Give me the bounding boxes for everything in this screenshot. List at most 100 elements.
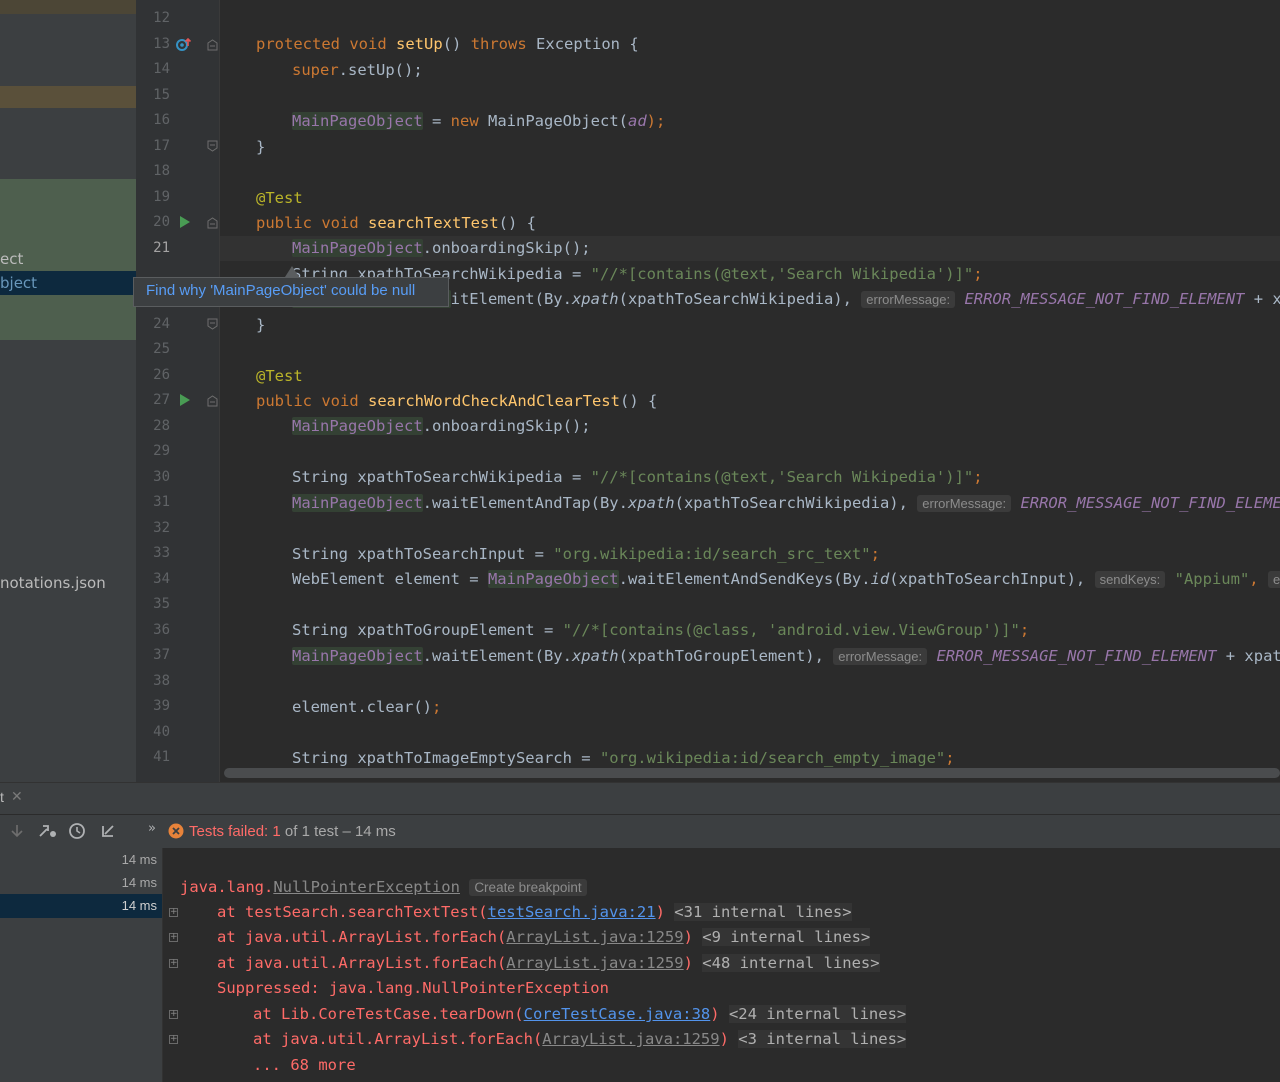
expand-icon[interactable]: + [169, 1035, 178, 1044]
code-text: (xpathToGroupElement), [618, 647, 824, 665]
source-link[interactable]: testSearch.java:21 [488, 903, 656, 921]
expand-icon[interactable]: + [169, 959, 178, 968]
line-number: 38 [153, 673, 170, 689]
history-clock-icon[interactable] [68, 822, 88, 840]
code-line[interactable]: protected void setUp() throws Exception … [256, 34, 639, 54]
keyword: public [256, 392, 312, 410]
internal-lines-fold[interactable]: <31 internal lines> [674, 903, 852, 921]
expand-icon[interactable]: + [169, 933, 178, 942]
fold-marker-icon[interactable] [207, 395, 218, 407]
frame-text: at java.util.ArrayList.forEach( [217, 954, 507, 972]
annotation: @Test [256, 367, 303, 385]
internal-lines-fold[interactable]: <3 internal lines> [738, 1030, 907, 1048]
string-literal: "Appium" [1174, 570, 1250, 588]
code-line[interactable]: String xpathToSearchInput = "org.wikiped… [292, 544, 880, 564]
field-reference: MainPageObject [292, 494, 423, 512]
code-text: MainPageObject( [488, 112, 628, 130]
override-method-icon[interactable] [175, 37, 193, 53]
internal-lines-fold[interactable]: <48 internal lines> [702, 954, 880, 972]
horizontal-scrollbar[interactable] [224, 768, 1280, 778]
code-line[interactable]: @Test [256, 188, 303, 208]
line-number: 29 [153, 443, 170, 459]
code-line-current[interactable]: MainPageObject.onboardingSkip(); [292, 238, 591, 258]
code-line[interactable]: WebElement element = MainPageObject.wait… [292, 569, 1280, 590]
project-tree-item[interactable]: ect [0, 250, 23, 268]
status-failed-count: 1 [272, 823, 281, 840]
import-tests-icon[interactable] [100, 823, 118, 839]
code-text: () { [498, 214, 536, 232]
code-line[interactable]: MainPageObject.waitElement(By.xpath(xpat… [292, 646, 1280, 667]
run-test-icon[interactable] [179, 215, 191, 229]
code-text: ; [870, 545, 880, 563]
console-line: java.lang.NullPointerException Create br… [180, 877, 587, 898]
fold-marker-icon[interactable] [207, 140, 218, 152]
line-number: 25 [153, 341, 170, 357]
down-arrow-icon[interactable] [9, 823, 25, 839]
exception-class-link[interactable]: NullPointerException [273, 878, 460, 896]
expand-icon[interactable]: + [169, 908, 178, 917]
frame-text: ) [655, 903, 665, 921]
line-number: 15 [153, 87, 170, 103]
code-line[interactable]: } [256, 137, 265, 157]
line-number: 16 [153, 112, 170, 128]
code-text: ; [431, 698, 442, 716]
frame-text: ) [710, 1005, 720, 1023]
field-reference: MainPageObject [292, 112, 423, 130]
tooltip-arrow [285, 266, 299, 277]
rerun-failed-icon[interactable] [38, 823, 58, 839]
project-tree-item-selected[interactable]: bject [0, 274, 37, 292]
keyword: void [349, 35, 387, 53]
project-tree-item[interactable]: notations.json [0, 574, 106, 592]
parameter-hint: errorMessage: [917, 495, 1012, 512]
code-text: String xpathToSearchWikipedia = [292, 468, 591, 486]
line-number: 26 [153, 367, 170, 383]
frame-text: at Lib.CoreTestCase.tearDown( [253, 1005, 524, 1023]
code-line[interactable]: String xpathToGroupElement = "//*[contai… [292, 620, 1029, 640]
code-line[interactable]: MainPageObject.onboardingSkip(); [292, 416, 591, 436]
stack-frame: at java.util.ArrayList.forEach(ArrayList… [217, 953, 880, 973]
test-duration[interactable]: 14 ms [122, 852, 157, 867]
keyword: void [321, 214, 359, 232]
line-number: 24 [153, 316, 170, 332]
code-line[interactable]: String xpathToSearchWikipedia = "//*[con… [292, 467, 983, 487]
internal-lines-fold[interactable]: <9 internal lines> [702, 928, 871, 946]
keyword: public [256, 214, 312, 232]
test-status-text: Tests failed: 1 of 1 test – 14 ms [189, 823, 396, 840]
source-link[interactable]: CoreTestCase.java:38 [524, 1005, 711, 1023]
fold-marker-icon[interactable] [207, 217, 218, 229]
line-number: 28 [153, 418, 170, 434]
more-actions-icon[interactable]: » [148, 821, 156, 836]
keyword: super [292, 61, 339, 79]
expand-icon[interactable]: + [169, 1010, 178, 1019]
close-tab-icon[interactable]: ✕ [11, 789, 23, 805]
fold-marker-icon[interactable] [207, 39, 218, 51]
run-tab-label[interactable]: t [0, 789, 4, 805]
code-line[interactable]: public void searchWordCheckAndClearTest(… [256, 391, 657, 411]
create-breakpoint-link[interactable]: Create breakpoint [469, 879, 587, 896]
code-line[interactable]: element.clear(); [292, 697, 441, 717]
tooltip-link[interactable]: Find why 'MainPageObject' could be null [146, 282, 415, 299]
code-line[interactable]: MainPageObject.waitElementAndTap(By.xpat… [292, 493, 1280, 514]
parameter-hint: errorMessage: [861, 291, 956, 308]
code-line[interactable]: @Test [256, 366, 303, 386]
source-link[interactable]: ArrayList.java:1259 [506, 928, 683, 946]
line-number: 19 [153, 189, 170, 205]
string-literal: "org.wikipedia:id/search_src_text" [553, 545, 871, 563]
code-text: ; [945, 749, 955, 767]
internal-lines-fold[interactable]: <24 internal lines> [728, 1005, 907, 1023]
stack-frame: at Lib.CoreTestCase.tearDown(CoreTestCas… [253, 1004, 907, 1024]
code-line[interactable]: public void searchTextTest() { [256, 213, 536, 233]
test-duration[interactable]: 14 ms [122, 898, 157, 913]
line-number: 18 [153, 163, 170, 179]
code-text: .onboardingSkip(); [422, 417, 591, 435]
test-duration[interactable]: 14 ms [122, 875, 157, 890]
fold-marker-icon[interactable] [207, 318, 218, 330]
run-test-icon[interactable] [179, 393, 191, 407]
source-link[interactable]: ArrayList.java:1259 [506, 954, 683, 972]
code-line[interactable]: MainPageObject = new MainPageObject(ad); [292, 111, 665, 131]
exception-package: java.lang. [180, 878, 274, 896]
code-line[interactable]: } [256, 315, 265, 335]
source-link[interactable]: ArrayList.java:1259 [542, 1030, 719, 1048]
code-line[interactable]: String xpathToImageEmptySearch = "org.wi… [292, 748, 955, 768]
code-line[interactable]: super.setUp(); [292, 60, 423, 80]
